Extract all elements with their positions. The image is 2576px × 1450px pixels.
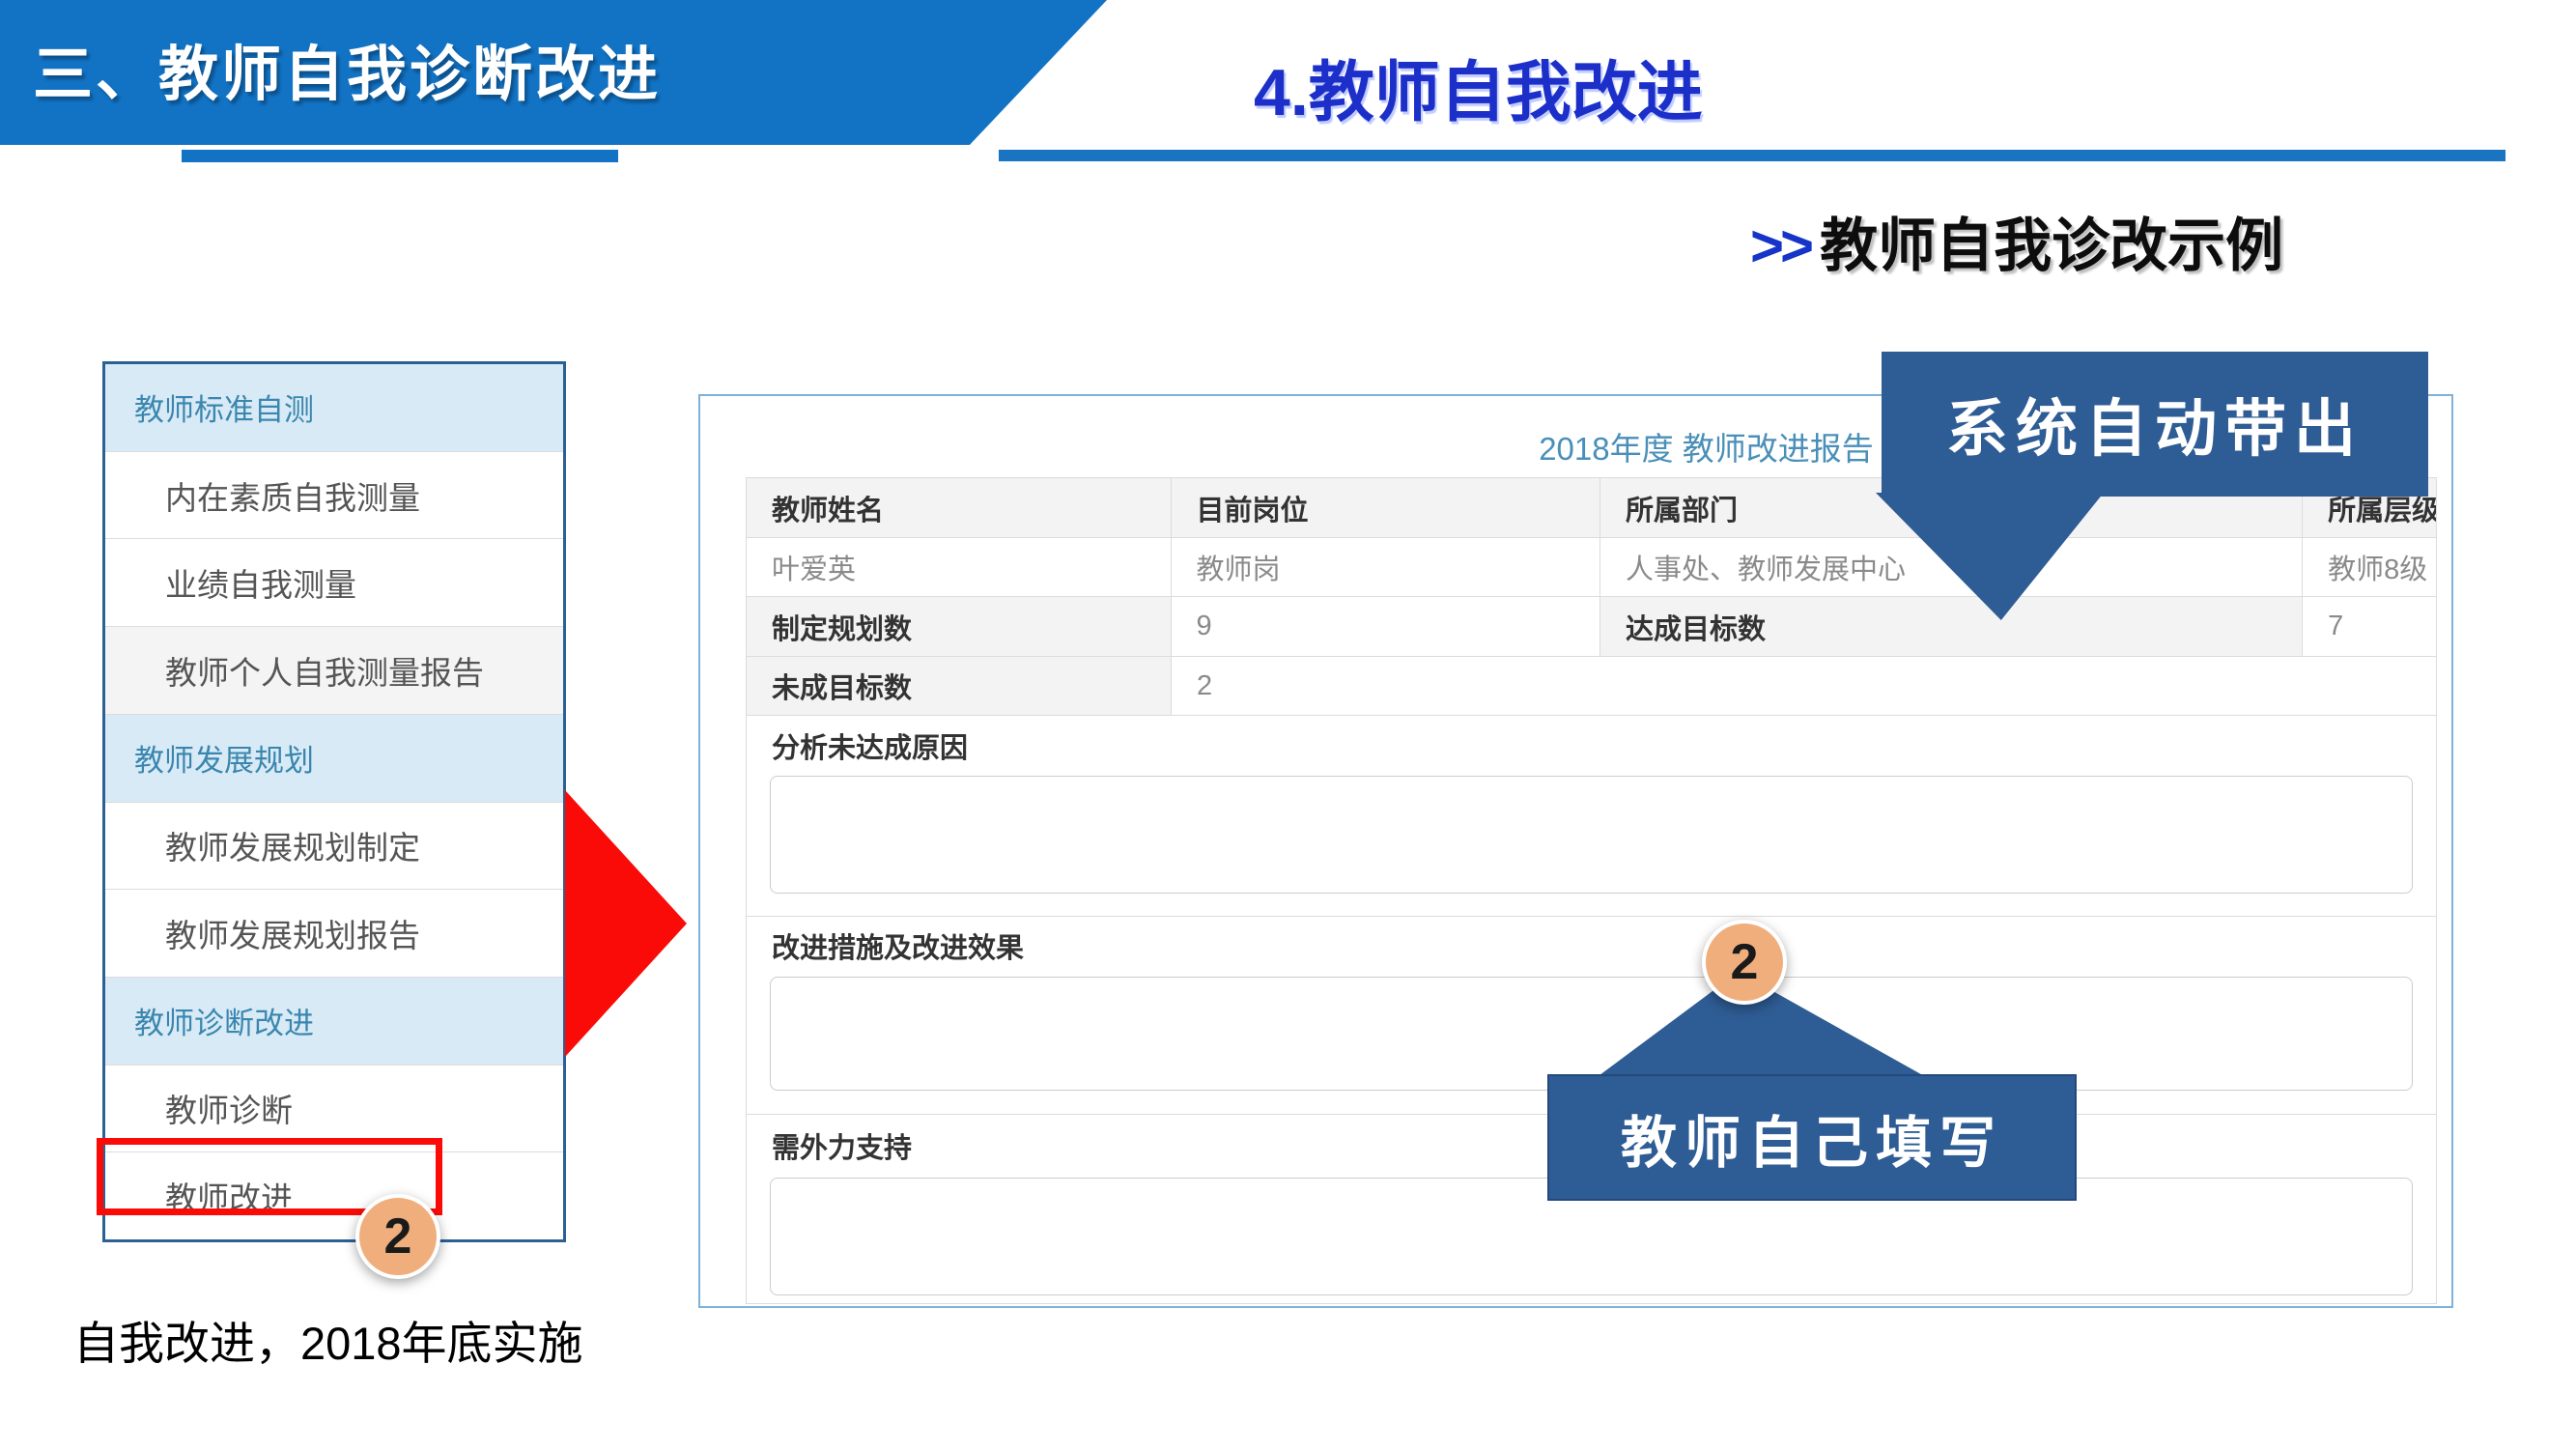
callout-teacher-fills: 教师自己填写: [1547, 1074, 2077, 1201]
sidebar-item-inner-quality[interactable]: 内在素质自我测量: [105, 451, 563, 539]
bottom-note: 自我改进，2018年底实施: [73, 1306, 583, 1373]
red-arrow-icon: [565, 790, 687, 1057]
label-goals-unmet: 未成目标数: [747, 657, 1172, 715]
value-teacher-name: 叶爱英: [747, 538, 1172, 596]
sidebar-item-self-report[interactable]: 教师个人自我测量报告: [105, 626, 563, 714]
sidebar-section-diagnosis-improve[interactable]: 教师诊断改进: [105, 977, 563, 1065]
label-goals-achieved: 达成目标数: [1600, 597, 2303, 656]
banner-strip: [182, 150, 618, 162]
value-goals-unmet: 2: [1172, 657, 2436, 715]
sidebar-section-self-test[interactable]: 教师标准自测: [105, 364, 563, 451]
table-row-plans: 制定规划数 9 达成目标数 7: [747, 597, 2436, 657]
value-current-post: 教师岗: [1172, 538, 1600, 596]
step-badge-sidebar: 2: [355, 1194, 440, 1279]
analysis-textarea[interactable]: [770, 776, 2413, 894]
label-plans-made: 制定规划数: [747, 597, 1172, 656]
value-goals-achieved: 7: [2303, 597, 2436, 656]
double-chevron-icon: >>: [1750, 213, 1810, 278]
sidebar-section-development-plan[interactable]: 教师发展规划: [105, 714, 563, 802]
sidebar-menu: 教师标准自测 内在素质自我测量 业绩自我测量 教师个人自我测量报告 教师发展规划…: [102, 361, 566, 1242]
sidebar-item-performance[interactable]: 业绩自我测量: [105, 538, 563, 626]
section-title: 4.教师自我改进: [1254, 39, 1703, 134]
callout-auto-filled: 系统自动带出: [1882, 352, 2428, 497]
slide: 三、教师自我诊断改进 4.教师自我改进 >>教师自我诊改示例 教师标准自测 内在…: [0, 0, 2576, 1450]
banner-title: 三、教师自我诊断改进: [33, 25, 661, 112]
label-improvement: 改进措施及改进效果: [747, 916, 2436, 975]
sidebar-item-plan-make[interactable]: 教师发展规划制定: [105, 802, 563, 890]
label-analysis: 分析未达成原因: [747, 716, 2436, 776]
header-current-post: 目前岗位: [1172, 478, 1600, 537]
step-badge-table: 2: [1702, 920, 1787, 1005]
table-row-unmet: 未成目标数 2: [747, 657, 2436, 716]
subtitle-text: 教师自我诊改示例: [1820, 213, 2283, 278]
sidebar-item-plan-report[interactable]: 教师发展规划报告: [105, 889, 563, 977]
subtitle: >>教师自我诊改示例: [1750, 199, 2283, 283]
header-teacher-name: 教师姓名: [747, 478, 1172, 537]
title-underline: [999, 150, 2505, 161]
value-plans-made: 9: [1172, 597, 1600, 656]
table-row-values: 叶爱英 教师岗 人事处、教师发展中心 教师8级: [747, 538, 2436, 597]
analysis-field-wrap: [747, 776, 2436, 916]
value-level: 教师8级: [2303, 538, 2436, 596]
